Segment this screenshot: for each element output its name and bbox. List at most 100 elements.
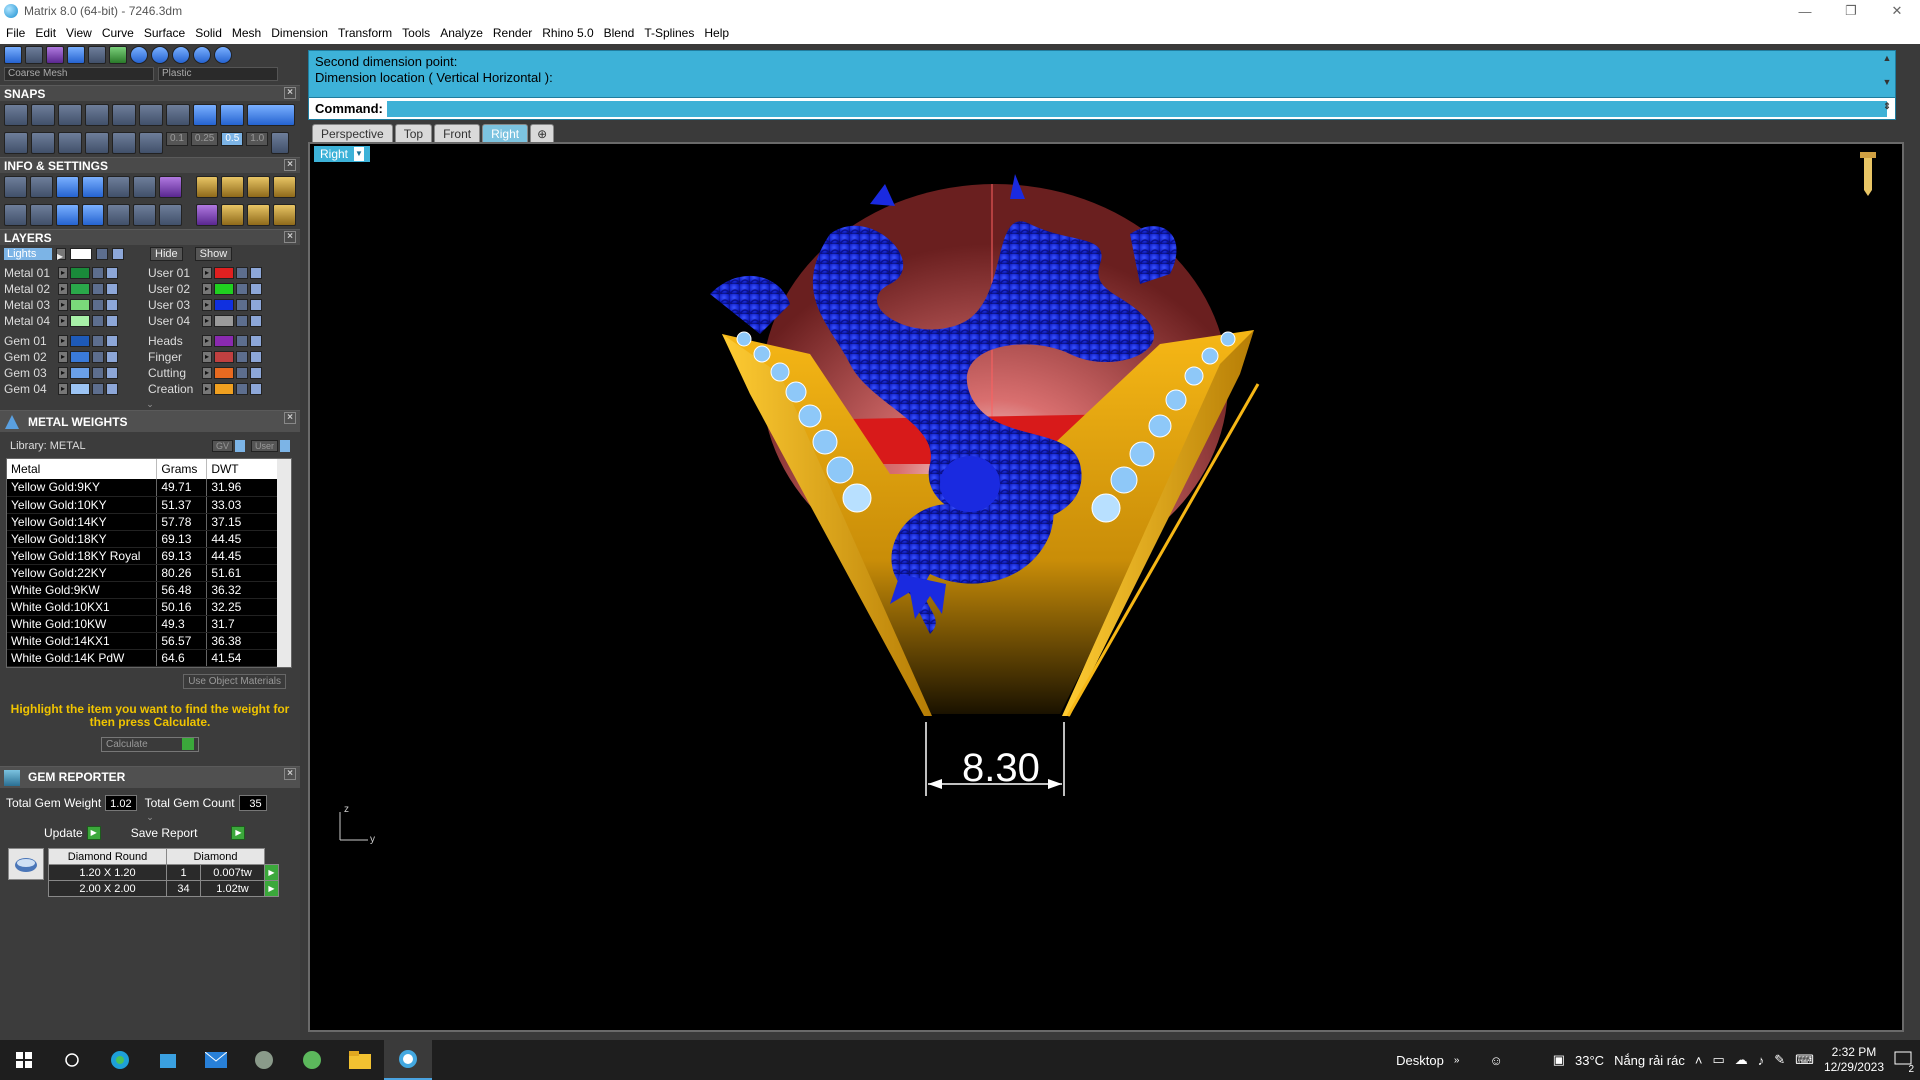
lock-icon[interactable] — [92, 299, 104, 311]
command-input[interactable] — [386, 100, 1887, 117]
cursor-icon[interactable] — [139, 132, 163, 154]
onedrive-icon[interactable]: ☁ — [1735, 1052, 1748, 1068]
visibility-icon[interactable] — [250, 283, 262, 295]
chevron-up-icon[interactable]: ˄ — [1695, 1053, 1703, 1068]
snap-step-0[interactable]: 0.1 — [166, 132, 188, 146]
layer-color-swatch[interactable] — [70, 267, 90, 279]
pen-icon[interactable]: ✎ — [1774, 1052, 1785, 1068]
layer-row[interactable]: Metal 01 ▸ — [4, 265, 144, 281]
visibility-icon[interactable] — [106, 315, 118, 327]
play-icon[interactable]: ▶ — [264, 864, 279, 881]
menu-help[interactable]: Help — [704, 26, 736, 40]
desktop-toolbar[interactable]: Desktop — [1396, 1053, 1444, 1068]
viewport-right[interactable]: Right ▼ 8.30 z y — [308, 142, 1904, 1032]
snap-knot-icon[interactable] — [220, 104, 244, 126]
update-button[interactable]: Update ▶ — [44, 825, 101, 840]
matrix-taskbar-icon[interactable] — [384, 1040, 432, 1080]
visibility-icon[interactable] — [250, 315, 262, 327]
save-report-button[interactable]: Save Report ▶ — [131, 825, 246, 840]
table-row[interactable]: White Gold:10KX1 50.16 32.25 — [7, 598, 279, 616]
table-row[interactable]: Yellow Gold:18KY Royal 69.13 44.45 — [7, 547, 279, 565]
snap-near-icon[interactable] — [31, 104, 55, 126]
grid-icon[interactable] — [4, 46, 22, 64]
minimize-icon[interactable]: — — [1782, 0, 1828, 22]
snap-point-icon[interactable] — [58, 104, 82, 126]
lock-icon[interactable] — [236, 315, 248, 327]
close-icon[interactable]: × — [284, 87, 296, 99]
app-green-icon[interactable] — [288, 1040, 336, 1080]
lock-icon[interactable] — [236, 335, 248, 347]
news-icon[interactable]: ▣ — [1553, 1052, 1565, 1068]
material-icon[interactable] — [67, 46, 85, 64]
metal-table-scrollbar[interactable] — [277, 459, 291, 667]
dimension-value[interactable]: 8.30 — [962, 746, 1040, 791]
divider-handle[interactable]: ⌄ — [0, 812, 300, 822]
lock-icon[interactable] — [236, 351, 248, 363]
menu-dimension[interactable]: Dimension — [271, 26, 335, 40]
add-tab-icon[interactable]: ⊕ — [530, 124, 555, 142]
lock-icon[interactable] — [96, 248, 108, 260]
visibility-icon[interactable] — [106, 351, 118, 363]
lock-icon[interactable] — [92, 367, 104, 379]
layer-color-swatch[interactable] — [214, 315, 234, 327]
layer-color-swatch[interactable] — [70, 299, 90, 311]
layer-row[interactable]: Gem 03 ▸ — [4, 365, 144, 381]
snap-step-2[interactable]: 0.5 — [221, 132, 244, 146]
lock-icon[interactable] — [92, 267, 104, 279]
filter-icon[interactable] — [107, 204, 131, 226]
layer-color-swatch[interactable] — [70, 315, 90, 327]
expand-icon[interactable]: ⌄ — [0, 399, 300, 410]
grid-toggle-icon[interactable] — [271, 132, 290, 154]
report-icon[interactable] — [159, 204, 183, 226]
layer-color-swatch[interactable] — [214, 283, 234, 295]
close-icon[interactable]: × — [284, 412, 296, 424]
arrow-icon[interactable]: ▸ — [202, 351, 212, 363]
clock[interactable]: 2:32 PM 12/29/2023 — [1824, 1045, 1884, 1075]
visibility-icon[interactable] — [106, 383, 118, 395]
arrow-icon[interactable]: ▸ — [202, 367, 212, 379]
visibility-icon[interactable] — [250, 267, 262, 279]
keyboard-icon[interactable]: ⌨ — [1795, 1052, 1814, 1068]
layer-row[interactable]: Metal 02 ▸ — [4, 281, 144, 297]
arrow-icon[interactable]: ▸ — [56, 248, 66, 263]
layer-color-swatch[interactable] — [214, 267, 234, 279]
stepper-icon[interactable]: ⇕ — [1881, 101, 1893, 112]
table-row[interactable]: White Gold:14KX1 56.57 36.38 — [7, 632, 279, 650]
lock-icon[interactable] — [236, 367, 248, 379]
gem-row[interactable]: 2.00 X 2.00 34 1.02tw ▶ — [48, 880, 279, 897]
lock-icon[interactable] — [92, 383, 104, 395]
material-select[interactable]: Plastic — [158, 67, 278, 81]
cube-icon[interactable] — [55, 204, 79, 226]
lights-layer[interactable]: Lights — [4, 248, 52, 260]
layers-icon[interactable] — [55, 176, 79, 198]
weather-text[interactable]: Nắng rải rác — [1614, 1053, 1685, 1068]
box-icon[interactable] — [81, 176, 105, 198]
tab-top[interactable]: Top — [394, 124, 433, 142]
scroll-up-icon[interactable]: ▲ — [1881, 53, 1893, 63]
arrow-icon[interactable]: ▸ — [58, 335, 68, 347]
layer-color-swatch[interactable] — [214, 367, 234, 379]
visibility-icon[interactable] — [112, 248, 124, 260]
menu-tools[interactable]: Tools — [402, 26, 437, 40]
layer-row[interactable]: Gem 02 ▸ — [4, 349, 144, 365]
chevron-right-icon[interactable]: » — [1454, 1055, 1460, 1066]
layer-row[interactable]: Metal 04 ▸ — [4, 313, 144, 329]
layer-color-swatch[interactable] — [70, 383, 90, 395]
arrow-icon[interactable]: ▸ — [202, 383, 212, 395]
document-icon[interactable] — [107, 176, 131, 198]
ring-width-icon[interactable] — [247, 176, 271, 198]
layer-color-swatch[interactable] — [70, 367, 90, 379]
menu-rhino[interactable]: Rhino 5.0 — [542, 26, 600, 40]
table-row[interactable]: Yellow Gold:9KY 49.71 31.96 — [7, 479, 279, 497]
visibility-icon[interactable] — [106, 299, 118, 311]
menu-transform[interactable]: Transform — [338, 26, 399, 40]
settings-icon[interactable] — [4, 176, 27, 198]
ring-profile-icon[interactable] — [273, 176, 297, 198]
menu-view[interactable]: View — [66, 26, 99, 40]
visibility-icon[interactable] — [106, 367, 118, 379]
layer-row[interactable]: Heads ▸ — [148, 333, 288, 349]
curves-icon[interactable] — [133, 204, 157, 226]
notes-icon[interactable] — [133, 176, 157, 198]
gv-toggle[interactable]: GV — [211, 440, 233, 452]
layer-row[interactable]: Finger ▸ — [148, 349, 288, 365]
